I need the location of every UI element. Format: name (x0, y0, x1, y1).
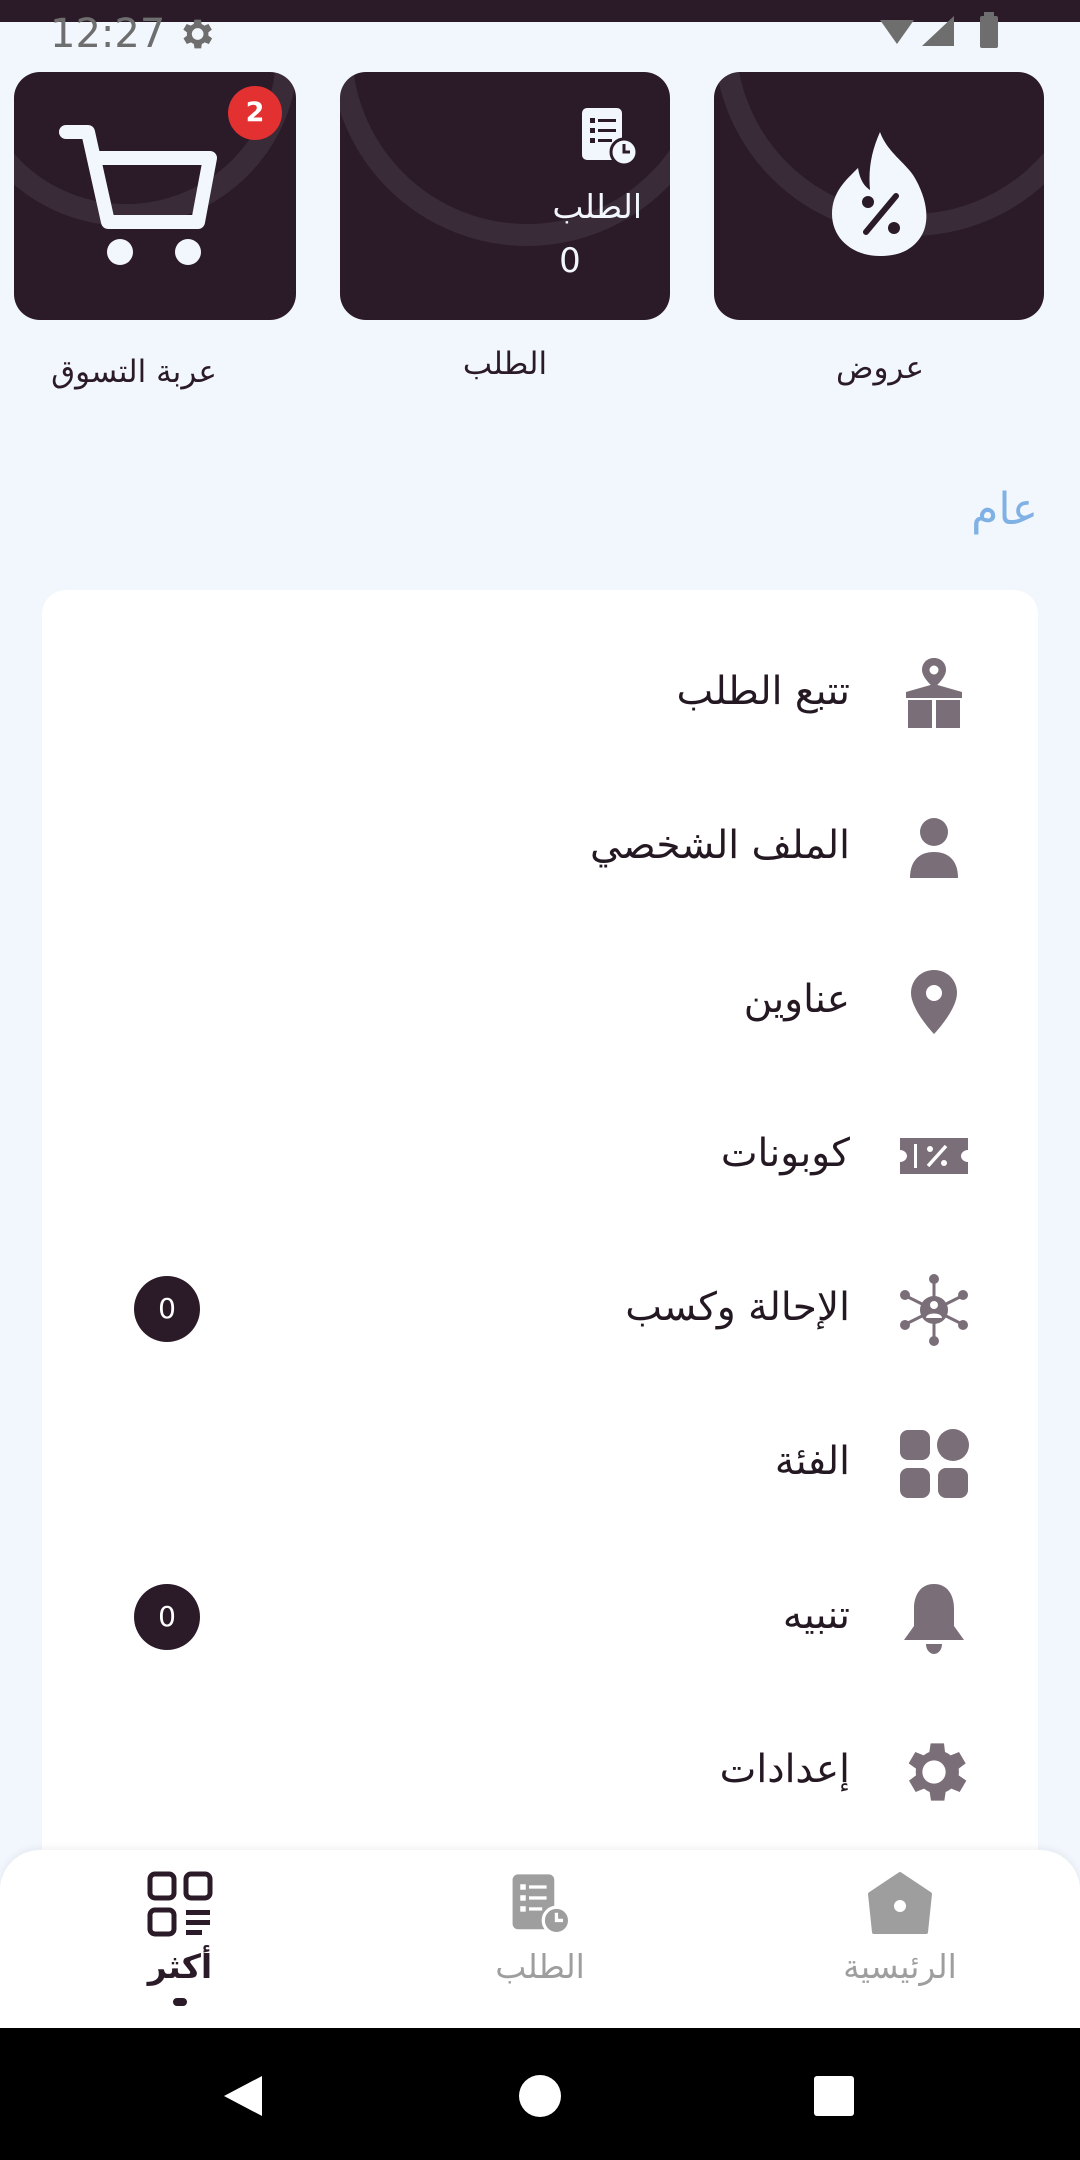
nav-label-more: أكثر (147, 1947, 213, 1986)
menu-item-label: الفئة (774, 1439, 850, 1484)
referral-count-badge: 0 (134, 1276, 200, 1342)
home-circle-icon[interactable] (518, 2074, 562, 2118)
order-card-title: الطلب (552, 187, 642, 226)
menu-item-order-tracking[interactable]: تتبع الطلب (42, 616, 1038, 770)
order-card-count: 0 (559, 241, 581, 281)
settings-status-icon (183, 19, 213, 49)
menu-item-coupons[interactable]: كوبونات (42, 1078, 1038, 1232)
nav-item-home[interactable]: الرئيسية (800, 1870, 1000, 2020)
menu-item-settings[interactable]: إعدادات (42, 1694, 1038, 1848)
menu-item-category[interactable]: الفئة (42, 1386, 1038, 1540)
nav-item-order[interactable]: الطلب (440, 1870, 640, 2020)
cart-count-badge: 2 (228, 86, 282, 140)
menu-item-label: عناوين (743, 977, 850, 1022)
cart-label: عربة التسوق (51, 354, 217, 390)
referral-network-icon (900, 1274, 968, 1346)
gear-icon (908, 1743, 967, 1801)
shopping-cart-icon (59, 125, 217, 265)
qr-grid-icon (147, 1871, 213, 1937)
cellular-icon (922, 16, 954, 46)
menu-item-addresses[interactable]: عناوين (42, 924, 1038, 1078)
menu-item-label: الإحالة وكسب (625, 1285, 850, 1330)
home-icon (868, 1872, 932, 1934)
menu-item-label: تتبع الطلب (676, 669, 850, 714)
nav-item-more[interactable]: أكثر (80, 1870, 280, 2020)
menu-item-label: الملف الشخصي (590, 823, 850, 868)
menu-item-label: كوبونات (720, 1131, 850, 1176)
order-list-icon (582, 108, 639, 167)
system-navigation-bar (0, 2028, 1080, 2160)
battery-icon (980, 16, 998, 48)
package-location-icon (906, 658, 962, 728)
order-label: الطلب (462, 346, 548, 382)
order-list-icon (512, 1874, 572, 1936)
section-title-general: عام (971, 484, 1038, 535)
wifi-icon (880, 20, 914, 44)
status-signal-battery-icons (880, 12, 998, 48)
menu-item-notifications[interactable]: 0 تنبيه (42, 1540, 1038, 1694)
menu-item-profile[interactable]: الملف الشخصي (42, 770, 1038, 924)
active-indicator (173, 1998, 187, 2006)
status-time: 12:27 (50, 11, 166, 57)
offers-card[interactable] (714, 72, 1044, 320)
category-grid-icon (900, 1429, 969, 1498)
notification-count-badge: 0 (134, 1584, 200, 1650)
nav-label-order: الطلب (495, 1947, 585, 1986)
bell-icon (904, 1584, 964, 1654)
user-icon (910, 818, 958, 878)
offers-flame-icon (832, 132, 927, 256)
offers-label: عروض (835, 350, 925, 386)
back-icon[interactable] (220, 2072, 266, 2120)
menu-item-label: إعدادات (719, 1747, 850, 1792)
menu-item-referral[interactable]: 0 الإحالة وكسب (42, 1232, 1038, 1386)
nav-label-home: الرئيسية (843, 1947, 957, 1986)
recents-icon[interactable] (814, 2076, 854, 2116)
coupon-icon (900, 1138, 968, 1174)
menu-item-label: تنبيه (782, 1593, 850, 1638)
order-card[interactable]: الطلب 0 (340, 72, 670, 320)
map-pin-icon (911, 970, 957, 1034)
